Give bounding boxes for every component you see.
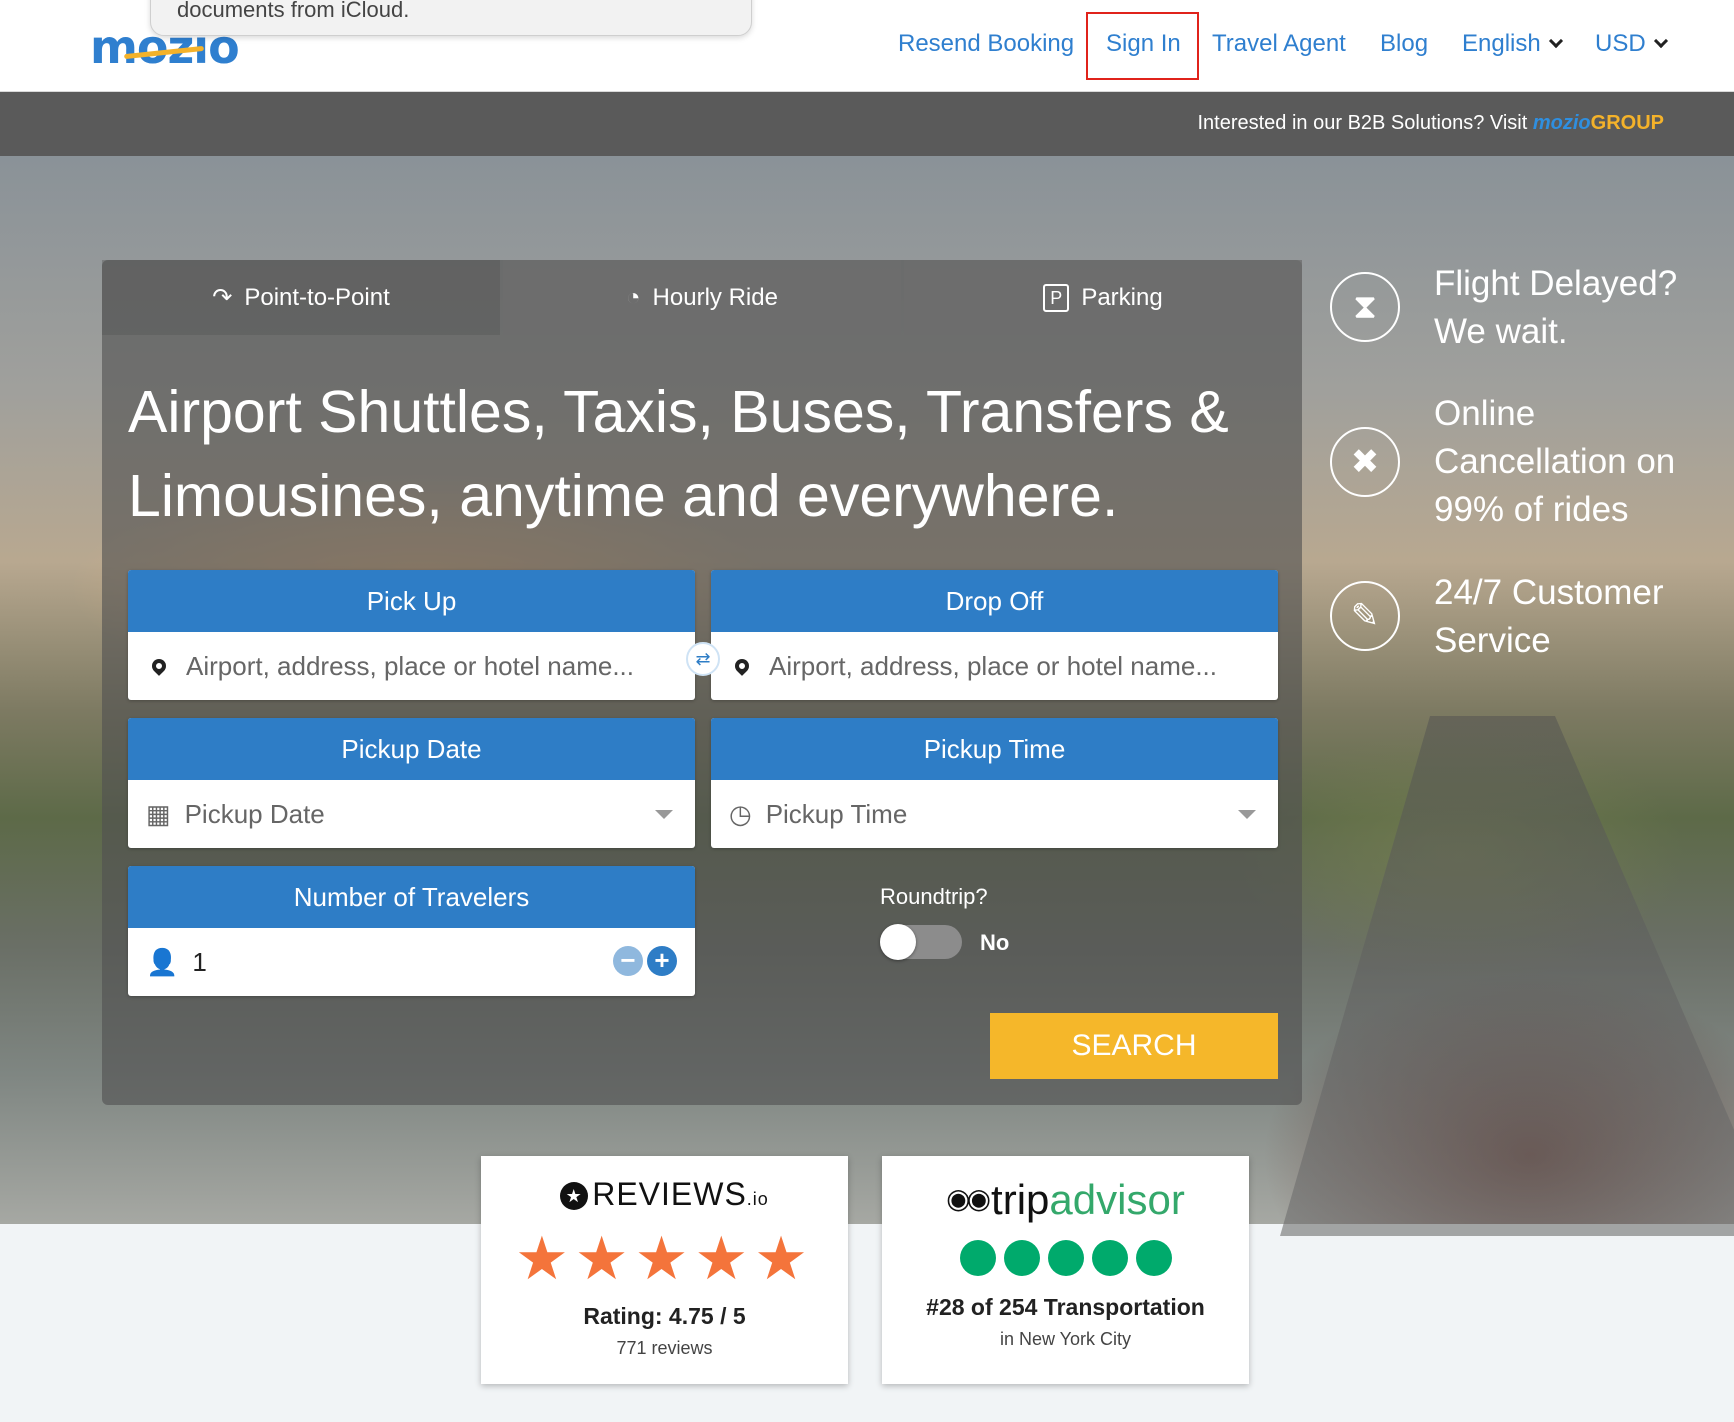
dropoff-input[interactable]: Airport, address, place or hotel name... bbox=[711, 632, 1278, 700]
roundtrip-value: No bbox=[980, 930, 1010, 955]
reviews-brand: REVIEWS bbox=[592, 1176, 747, 1212]
b2b-link[interactable]: Interested in our B2B Solutions? Visit m… bbox=[1197, 112, 1664, 135]
ta-brand-advisor: advisor bbox=[1049, 1176, 1185, 1223]
tripadvisor-rank: #28 of 254 Transportation bbox=[926, 1294, 1205, 1320]
nav-resend-booking[interactable]: Resend Booking bbox=[898, 30, 1074, 58]
tab-parking[interactable]: P Parking bbox=[904, 260, 1302, 335]
bubble bbox=[1003, 1240, 1040, 1276]
currency-selector[interactable]: USD bbox=[1595, 30, 1668, 58]
chevron-down-icon bbox=[1548, 33, 1563, 49]
tripadvisor-logo: ◉◉tripadvisor bbox=[882, 1176, 1249, 1224]
pickup-date-placeholder: Pickup Date bbox=[184, 798, 325, 829]
dropoff-placeholder: Airport, address, place or hotel name... bbox=[769, 650, 1218, 681]
hourglass-icon: ⧗ bbox=[1330, 272, 1400, 342]
tab-label: Point-to-Point bbox=[244, 283, 390, 311]
bubble bbox=[1091, 1240, 1128, 1276]
owl-icon: ◉◉ bbox=[946, 1183, 991, 1214]
pickup-time-label: Pickup Time bbox=[711, 718, 1278, 780]
clock-icon: ◔ bbox=[626, 283, 641, 311]
road-image bbox=[1280, 716, 1734, 1236]
roundtrip-label: Roundtrip? bbox=[880, 884, 988, 909]
chat-icon: ✎ bbox=[1330, 581, 1400, 651]
route-icon: ↷ bbox=[212, 284, 233, 311]
nav-travel-agent[interactable]: Travel Agent bbox=[1212, 30, 1346, 58]
star-circle-icon: ★ bbox=[560, 1182, 589, 1210]
location-pin-icon bbox=[732, 656, 752, 676]
review-count: 771 reviews bbox=[616, 1338, 713, 1358]
b2b-banner: Interested in our B2B Solutions? Visit m… bbox=[0, 92, 1734, 156]
feature-text: 24/7 Customer Service bbox=[1434, 573, 1664, 660]
reviews-io-card[interactable]: ★ REVIEWS.io ★★★★★ Rating: 4.75 / 5 771 r… bbox=[481, 1156, 848, 1384]
pickup-input[interactable]: Airport, address, place or hotel name... bbox=[128, 632, 695, 700]
swap-locations-icon[interactable]: ⇄ bbox=[686, 642, 720, 676]
dropoff-label: Drop Off bbox=[711, 570, 1278, 632]
dropdown-arrow-icon bbox=[655, 810, 673, 819]
ta-brand-trip: trip bbox=[991, 1176, 1050, 1223]
nav-blog[interactable]: Blog bbox=[1380, 30, 1428, 58]
tab-label: Hourly Ride bbox=[652, 283, 778, 311]
toggle-knob bbox=[880, 924, 916, 960]
currency-label: USD bbox=[1595, 30, 1646, 57]
pickup-date-input[interactable]: ▦ Pickup Date bbox=[128, 780, 695, 848]
roundtrip-toggle[interactable] bbox=[880, 924, 962, 960]
decrement-button[interactable]: − bbox=[613, 946, 643, 976]
rating-text: Rating: 4.75 / 5 bbox=[583, 1303, 746, 1329]
notification-text: documents from iCloud. bbox=[177, 0, 410, 22]
bubble bbox=[959, 1240, 996, 1276]
language-label: English bbox=[1462, 30, 1541, 57]
reviews-suffix: .io bbox=[746, 1189, 769, 1209]
travelers-field: Number of Travelers 👤 1 − + bbox=[128, 866, 695, 996]
dropdown-arrow-icon bbox=[1238, 810, 1256, 819]
b2b-text: Interested in our B2B Solutions? Visit bbox=[1197, 112, 1533, 134]
pickup-label: Pick Up bbox=[128, 570, 695, 632]
system-notification[interactable]: documents from iCloud. bbox=[150, 0, 752, 36]
pickup-time-placeholder: Pickup Time bbox=[765, 798, 908, 829]
calendar-icon: ▦ bbox=[146, 798, 171, 829]
cancel-icon: ✖ bbox=[1330, 427, 1400, 497]
pickup-date-label: Pickup Date bbox=[128, 718, 695, 780]
rating-stars: ★★★★★ bbox=[515, 1225, 814, 1292]
pickup-field: Pick Up Airport, address, place or hotel… bbox=[128, 570, 695, 700]
increment-button[interactable]: + bbox=[647, 946, 677, 976]
search-button[interactable]: SEARCH bbox=[990, 1013, 1278, 1079]
language-selector[interactable]: English bbox=[1462, 30, 1563, 58]
bubble bbox=[1047, 1240, 1084, 1276]
pickup-date-field: Pickup Date ▦ Pickup Date bbox=[128, 718, 695, 848]
travelers-label: Number of Travelers bbox=[128, 866, 695, 928]
location-pin-icon bbox=[149, 656, 169, 676]
travelers-value: 1 bbox=[192, 946, 207, 977]
bubble bbox=[1135, 1240, 1172, 1276]
parking-icon: P bbox=[1043, 283, 1070, 312]
mozio-group-logo: mozio bbox=[1532, 112, 1591, 134]
tab-hourly-ride[interactable]: ◔ Hourly Ride bbox=[503, 260, 901, 335]
chevron-down-icon bbox=[1653, 33, 1668, 49]
tab-label: Parking bbox=[1081, 283, 1163, 311]
tab-point-to-point[interactable]: ↷ Point-to-Point bbox=[102, 260, 500, 335]
reviews-io-logo: ★ REVIEWS.io bbox=[481, 1176, 848, 1213]
sign-in-highlight bbox=[1086, 12, 1199, 80]
tripadvisor-card[interactable]: ◉◉tripadvisor #28 of 254 Transportation … bbox=[882, 1156, 1249, 1384]
person-icon: 👤 bbox=[146, 946, 179, 977]
pickup-time-input[interactable]: ◷ Pickup Time bbox=[711, 780, 1278, 848]
group-label: GROUP bbox=[1590, 112, 1664, 134]
clock-icon: ◷ bbox=[729, 798, 752, 829]
travelers-input[interactable]: 👤 1 − + bbox=[128, 928, 695, 996]
feature-text: Flight Delayed? We wait. bbox=[1434, 264, 1678, 351]
page-headline: Airport Shuttles, Taxis, Buses, Transfer… bbox=[128, 379, 1229, 529]
pickup-time-field: Pickup Time ◷ Pickup Time bbox=[711, 718, 1278, 848]
feature-text: Online Cancellation on 99% of rides bbox=[1434, 394, 1676, 529]
pickup-placeholder: Airport, address, place or hotel name... bbox=[186, 650, 635, 681]
dropoff-field: Drop Off Airport, address, place or hote… bbox=[711, 570, 1278, 700]
rating-bubbles bbox=[882, 1240, 1249, 1276]
tripadvisor-location: in New York City bbox=[999, 1329, 1132, 1349]
